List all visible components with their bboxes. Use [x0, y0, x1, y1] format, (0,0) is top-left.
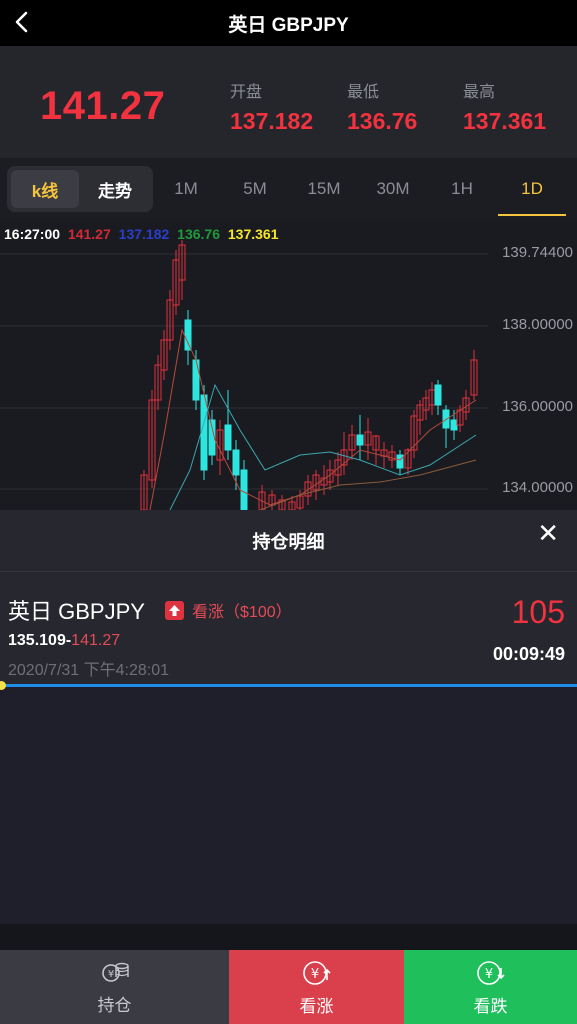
candle-body-15 [240, 469, 248, 510]
kline-chart-svg [0, 240, 488, 510]
hold-button[interactable]: ¥ 持仓 [0, 950, 229, 1024]
ohlc-high: 137.361 [227, 226, 279, 242]
position-amount: （$100） [224, 604, 292, 621]
period-1d[interactable]: 1D [498, 158, 566, 220]
candle-body-14 [232, 449, 240, 476]
period-1h[interactable]: 1H [432, 158, 492, 220]
progress-bar [0, 681, 577, 690]
ohlc-time: 16:27:00 [4, 226, 61, 242]
position-date: 2020/7/31 下午4:28:01 [8, 662, 170, 679]
direction-label: 看涨 [192, 604, 225, 621]
hold-label: 持仓 [97, 995, 132, 1015]
bottom-action-bar: ¥ 持仓 ¥ 看涨 ¥ 看跌 [0, 950, 577, 1024]
stat-open: 开盘 137.182 [230, 84, 314, 134]
back-arrow-icon[interactable] [8, 8, 36, 36]
open-price: 135.109- [8, 632, 72, 649]
period-5m[interactable]: 5M [225, 158, 285, 220]
tab-trend[interactable]: 走势 [81, 170, 149, 208]
axis-label-2: 138.00000 [502, 316, 573, 333]
buy-down-label: 看跌 [473, 996, 508, 1016]
buy-up-label: 看涨 [299, 996, 334, 1016]
position-row[interactable]: 英日 GBPJPY 看涨 （$100） 135.109-141.27 2020/… [0, 572, 577, 684]
coins-icon: ¥ [101, 962, 129, 982]
yen-up-icon: ¥ [302, 960, 331, 985]
live-price: 141.27 [71, 632, 121, 649]
position-prices: 135.109-141.27 [8, 632, 120, 650]
position-name: 英日 GBPJPY [8, 599, 145, 624]
axis-label-1: 139.74400 [502, 244, 573, 261]
svg-text:¥: ¥ [310, 967, 318, 982]
position-countdown: 00:09:49 [492, 644, 565, 664]
ohlc-low: 136.76 [177, 226, 220, 242]
yen-down-icon: ¥ [476, 960, 505, 985]
sheet-header: 持仓明细 ✕ [0, 510, 577, 572]
close-icon[interactable]: ✕ [537, 518, 559, 549]
buy-down-button[interactable]: ¥ 看跌 [404, 950, 577, 1024]
candle-body-41 [450, 419, 458, 431]
chart-tabs: k线 走势 1M 5M 15M 30M 1H 1D [0, 158, 577, 220]
buy-up-button[interactable]: ¥ 看涨 [229, 950, 404, 1024]
svg-text:¥: ¥ [107, 969, 113, 980]
position-direction: 看涨 （$100） [165, 598, 292, 622]
stat-low: 最低 136.76 [347, 84, 418, 134]
period-15m[interactable]: 15M [294, 158, 354, 220]
candle-body-10 [200, 394, 208, 471]
position-detail-sheet: 持仓明细 ✕ 英日 GBPJPY 看涨 （$100） 135.109-141.2… [0, 510, 577, 950]
position-profit: 105 [511, 594, 565, 630]
axis-label-3: 136.00000 [502, 398, 573, 415]
app-header: 英日 GBPJPY [0, 0, 577, 46]
candle-body-8 [184, 319, 192, 351]
ohlc-open: 137.182 [118, 226, 170, 242]
quote-panel: 141.27 开盘 137.182 最低 136.76 最高 137.361 [0, 46, 577, 158]
ohlc-close: 141.27 [67, 226, 111, 242]
candle-body-33 [396, 454, 404, 469]
candle-body-28 [356, 434, 364, 446]
kline-chart[interactable]: 16:27:00 141.27 137.182 136.76 137.361 1… [0, 220, 577, 510]
tab-kline[interactable]: k线 [11, 170, 79, 208]
arrow-up-icon [165, 600, 184, 620]
footer-divider [0, 924, 577, 950]
period-30m[interactable]: 30M [363, 158, 423, 220]
page-title: 英日 GBPJPY [228, 14, 349, 36]
ohlc-readout: 16:27:00 141.27 137.182 136.76 137.361 [4, 226, 282, 242]
chart-mode-toggle: k线 走势 [7, 166, 153, 212]
ma-line-2 [169, 383, 477, 510]
sheet-title: 持仓明细 [252, 531, 325, 552]
current-price: 141.27 [40, 84, 166, 128]
axis-label-4: 134.00000 [502, 479, 573, 496]
candle-body-9 [192, 359, 200, 401]
stat-high: 最高 137.361 [463, 84, 547, 134]
candle-body-13 [224, 424, 232, 451]
candle-body-39 [434, 384, 442, 406]
svg-text:¥: ¥ [484, 967, 492, 982]
period-1m[interactable]: 1M [156, 158, 216, 220]
progress-dot [0, 681, 6, 690]
